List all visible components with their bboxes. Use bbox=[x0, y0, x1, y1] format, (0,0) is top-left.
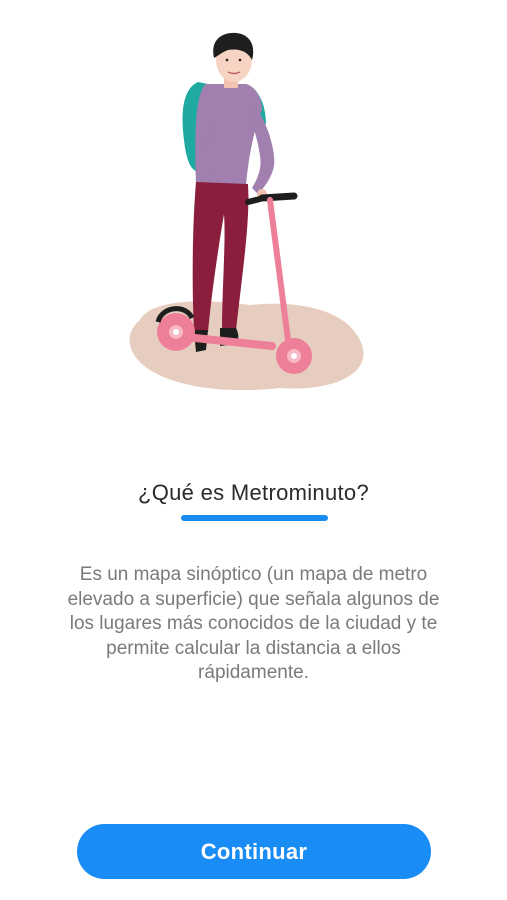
person-on-scooter-illustration bbox=[129, 32, 364, 391]
onboarding-screen: ¿Qué es Metrominuto? Es un mapa sinóptic… bbox=[0, 0, 507, 900]
description-text: Es un mapa sinóptico (un mapa de metro e… bbox=[67, 564, 440, 683]
page-title: ¿Qué es Metrominuto? bbox=[138, 480, 369, 505]
continue-button[interactable]: Continuar bbox=[77, 824, 431, 879]
title-underline bbox=[181, 515, 328, 521]
